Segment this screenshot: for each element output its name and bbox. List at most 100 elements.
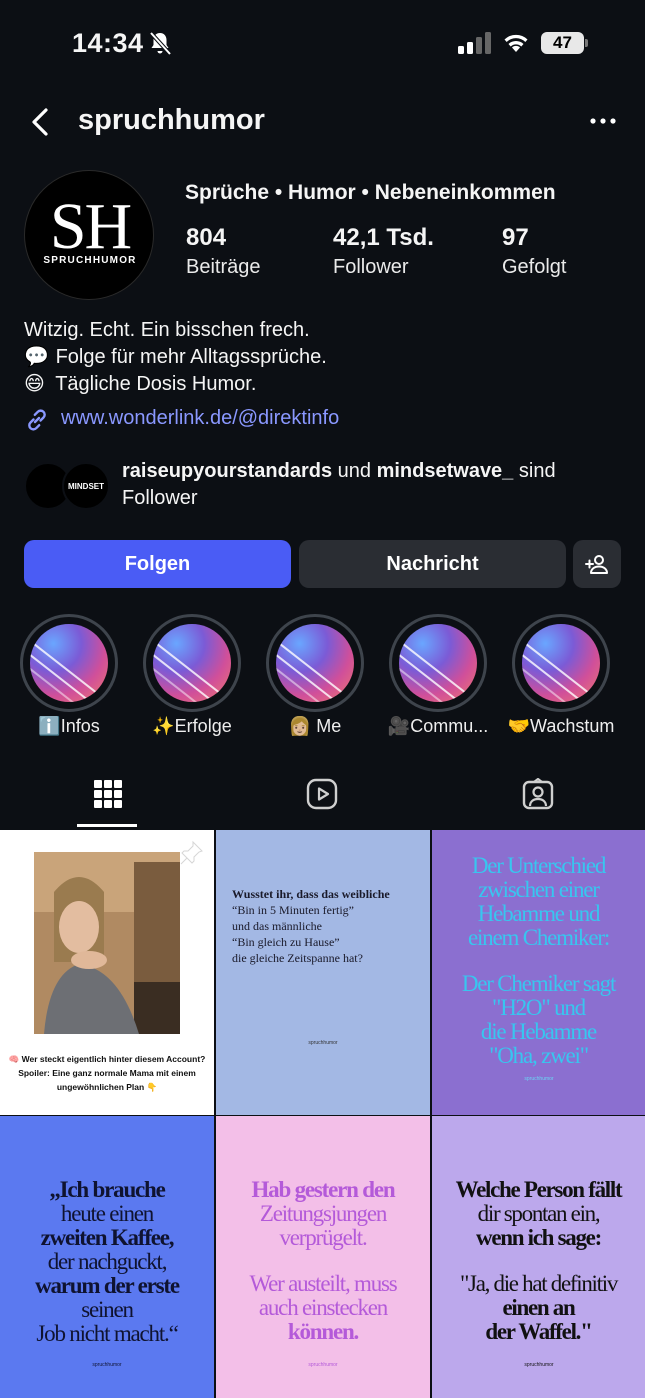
post-tile-5[interactable]: Hab gestern den Zeitungsjungen verprügel… <box>216 1116 430 1398</box>
post-tile-2[interactable]: Wusstet ihr, dass das weibliche “Bin in … <box>216 830 430 1115</box>
post-tile-3[interactable]: Der Unterschied zwischen einer Hebamme u… <box>432 830 645 1115</box>
profile-header: spruchhumor <box>0 96 645 150</box>
profile-bio: Witzig. Echt. Ein bisschen frech. 💬 Folg… <box>24 317 327 398</box>
tab-grid[interactable] <box>0 768 215 828</box>
stat-followers[interactable]: 42,1 Tsd. Follower <box>333 224 434 279</box>
bio-line-3: 😄 Tägliche Dosis Humor. <box>24 371 327 398</box>
post-5-line-4: Wer austeilt, muss <box>249 1271 397 1296</box>
post-4-text: „Ich brauche heute einen zweiten Kaffee,… <box>0 1178 214 1346</box>
highlight-label: 🤝Wachstum <box>507 716 615 736</box>
grid-icon <box>94 780 122 808</box>
post-4-line-3: zweiten Kaffee, <box>40 1225 175 1250</box>
post-5-brand: spruchhumor <box>308 1362 338 1368</box>
tagged-person-icon <box>522 778 554 810</box>
followed-user-1: raiseupyourstandards <box>122 460 333 482</box>
stat-posts[interactable]: 804 Beiträge <box>186 224 261 279</box>
follower-avatar-2: MINDSET <box>62 462 110 510</box>
highlight-ring <box>512 614 610 712</box>
post-3-line-8: "Oha, zwei" <box>489 1043 589 1068</box>
post-1-caption-line-1: 🧠 Wer steckt eigentlich hinter diesem Ac… <box>8 1054 206 1064</box>
stat-following-label: Gefolgt <box>502 256 567 278</box>
stat-followers-label: Follower <box>333 256 409 278</box>
post-6-line-4: "Ja, die hat definitiv <box>459 1271 618 1296</box>
post-4-line-4: der nachguckt, <box>47 1249 168 1274</box>
more-options-icon[interactable] <box>588 112 618 130</box>
followed-user-2: mindsetwave_ <box>376 460 514 482</box>
post-photo-woman <box>34 852 180 1034</box>
post-5-text: Hab gestern den Zeitungsjungen verprügel… <box>216 1178 430 1344</box>
post-5-line-3: verprügelt. <box>279 1225 367 1250</box>
profile-username: spruchhumor <box>78 104 265 136</box>
post-3-line-1: Der Unterschied <box>471 853 607 878</box>
follow-button[interactable]: Folgen <box>24 540 291 588</box>
cellular-signal-icon <box>458 32 491 54</box>
post-tile-6[interactable]: Welche Person fällt dir spontan ein, wen… <box>432 1116 645 1398</box>
post-2-line-5: die gleiche Zeitspanne hat? <box>232 951 363 965</box>
highlight-cover <box>399 624 477 702</box>
tab-reels[interactable] <box>214 768 429 828</box>
post-2-line-2: “Bin in 5 Minuten fertig” <box>232 903 354 917</box>
highlight-label: ℹ️Infos <box>38 716 100 736</box>
stat-posts-value: 804 <box>186 224 227 251</box>
post-tile-1[interactable]: 🧠 Wer steckt eigentlich hinter diesem Ac… <box>0 830 214 1115</box>
post-4-line-5: warum der erste <box>35 1273 180 1298</box>
stat-following[interactable]: 97 Gefolgt <box>502 224 566 279</box>
tab-tagged[interactable] <box>430 768 645 828</box>
post-3-text: Der Unterschied zwischen einer Hebamme u… <box>432 854 645 1068</box>
followed-connector: und <box>337 460 372 482</box>
post-3-line-2: zwischen einer <box>478 877 600 902</box>
battery-cap <box>585 39 588 47</box>
bio-line-2: 💬 Folge für mehr Alltagssprüche. <box>24 344 327 371</box>
post-4-line-1: „Ich brauche <box>49 1177 166 1202</box>
posts-grid: 🧠 Wer steckt eigentlich hinter diesem Ac… <box>0 830 645 1398</box>
post-tile-4[interactable]: „Ich brauche heute einen zweiten Kaffee,… <box>0 1116 214 1398</box>
bio-line-2-text: Folge für mehr Alltagssprüche. <box>55 346 327 368</box>
story-highlights: ℹ️Infos ✨Erfolge 👩🏼 Me 🎥Commu... 🤝Wachst… <box>0 614 645 744</box>
post-2-line-1: Wusstet ihr, dass das weibliche <box>232 887 390 901</box>
post-6-line-1: Welche Person fällt <box>455 1177 623 1202</box>
battery-level: 47 <box>541 32 584 54</box>
grinning-face-emoji: 😄 <box>24 373 45 395</box>
bio-line-1: Witzig. Echt. Ein bisschen frech. <box>24 317 327 344</box>
post-5-line-5: auch einstecken <box>258 1295 388 1320</box>
post-1-caption: 🧠 Wer steckt eigentlich hinter diesem Ac… <box>0 1052 214 1094</box>
highlight-cover <box>522 624 600 702</box>
post-6-brand: spruchhumor <box>524 1362 554 1368</box>
followed-suffix-2: Follower <box>122 487 198 509</box>
bio-line-3-text: Tägliche Dosis Humor. <box>55 373 257 395</box>
profile-avatar[interactable]: SH SPRUCHHUMOR <box>24 170 154 300</box>
followed-by-row[interactable]: MINDSET raiseupyourstandards und mindset… <box>24 458 624 518</box>
status-time: 14:34 <box>72 28 144 58</box>
post-3-line-7: die Hebamme <box>480 1019 597 1044</box>
highlight-cover <box>30 624 108 702</box>
post-6-line-3: wenn ich sage: <box>476 1225 602 1250</box>
post-3-line-5: Der Chemiker sagt <box>461 971 617 996</box>
highlight-label: ✨Erfolge <box>152 716 232 736</box>
post-2-brand: spruchhumor <box>308 1040 338 1046</box>
post-4-line-7: Job nicht macht.“ <box>36 1321 178 1346</box>
post-5-line-1: Hab gestern den <box>251 1177 395 1202</box>
battery-indicator: 47 <box>541 32 589 54</box>
profile-link-text[interactable]: www.wonderlink.de/@direktinfo <box>61 407 339 430</box>
follower-avatar-2-text: MINDSET <box>68 482 104 491</box>
speech-bubble-emoji: 💬 <box>24 346 49 368</box>
active-tab-indicator <box>77 824 137 827</box>
highlight-label: 👩🏼 Me <box>288 716 342 736</box>
wifi-icon <box>504 34 528 52</box>
followed-suffix-1: sind <box>518 460 556 482</box>
back-chevron-icon[interactable] <box>26 104 56 140</box>
profile-category: Sprüche • Humor • Nebeneinkommen <box>185 181 556 204</box>
message-button[interactable]: Nachricht <box>299 540 566 588</box>
profile-tabs <box>0 768 645 828</box>
suggested-users-button[interactable] <box>573 540 621 588</box>
post-4-brand: spruchhumor <box>92 1362 122 1368</box>
avatar-initials: SH <box>49 190 132 263</box>
post-2-line-3: und das männliche <box>232 919 322 933</box>
post-2-line-4: “Bin gleich zu Hause” <box>232 935 340 949</box>
post-3-line-6: "H2O" und <box>492 995 586 1020</box>
post-3-brand: spruchhumor <box>524 1076 554 1082</box>
highlight-ring <box>143 614 241 712</box>
stat-following-value: 97 <box>502 224 529 251</box>
post-5-line-2: Zeitungsjungen <box>259 1201 387 1226</box>
post-6-line-2: dir spontan ein, <box>477 1201 601 1226</box>
